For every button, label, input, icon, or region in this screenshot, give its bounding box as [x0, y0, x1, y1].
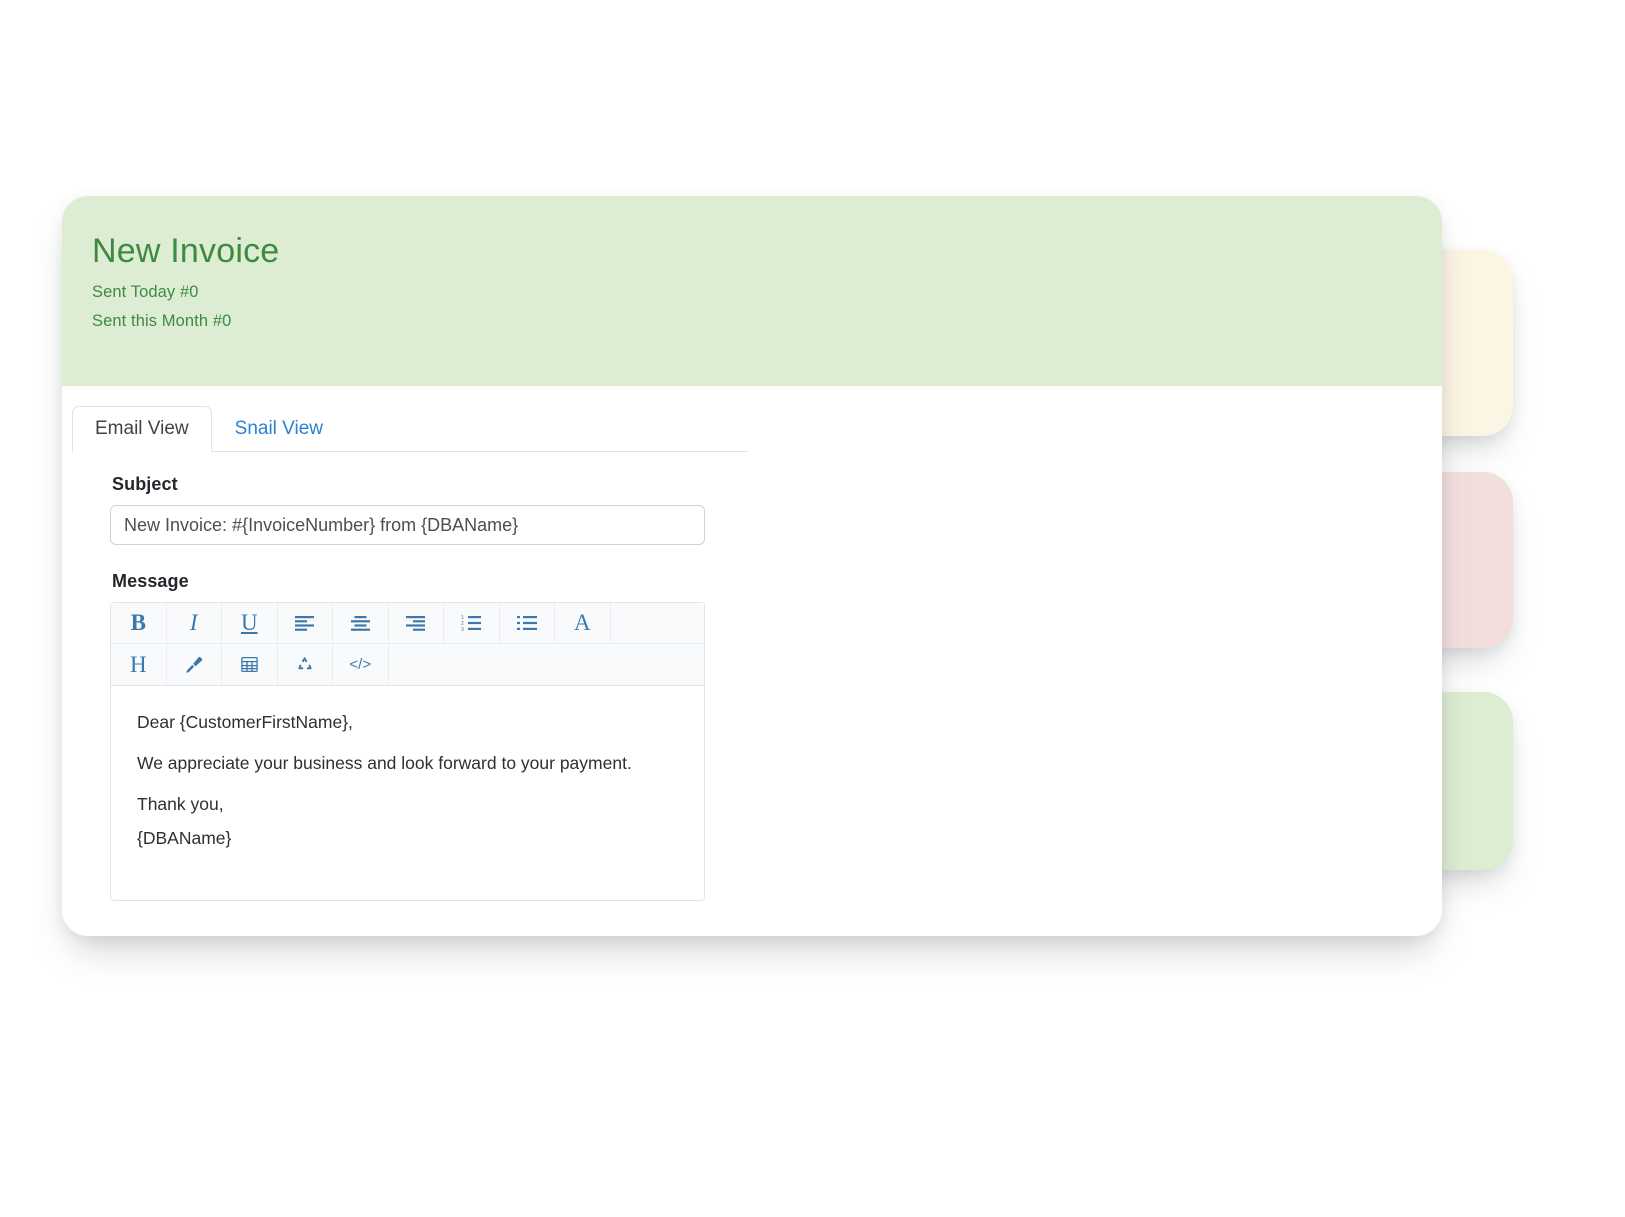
message-line: We appreciate your business and look for…	[137, 753, 632, 774]
tab-email-view[interactable]: Email View	[72, 406, 212, 452]
unordered-list-icon[interactable]	[500, 603, 555, 643]
code-view-icon[interactable]: </>	[333, 644, 389, 685]
bold-icon[interactable]: B	[111, 603, 167, 643]
font-color-icon[interactable]: A	[555, 603, 611, 643]
align-right-icon[interactable]	[389, 603, 444, 643]
editor-toolbar-row-2: H </>	[111, 644, 704, 685]
message-label: Message	[112, 571, 189, 591]
editor-toolbar-row-1: B I U 1 2 3 A	[111, 603, 704, 644]
new-invoice-panel: New Invoice Sent Today #0 Sent this Mont…	[62, 196, 1442, 936]
sent-this-month-count: Sent this Month #0	[92, 312, 232, 331]
tab-snail-view[interactable]: Snail View	[212, 406, 346, 452]
heading-icon[interactable]: H	[111, 644, 167, 685]
new-invoice-header-card: New Invoice Sent Today #0 Sent this Mont…	[62, 196, 1442, 386]
message-body[interactable]: Dear {CustomerFirstName}, We appreciate …	[111, 686, 704, 900]
message-line: Thank you,	[137, 794, 224, 815]
email-template-form: Subject Message B I U	[110, 474, 710, 901]
message-line: {DBAName}	[137, 828, 232, 849]
message-editor: B I U 1 2 3 A H </> Dear {CustomerFirstN…	[110, 602, 705, 901]
subject-input[interactable]	[110, 505, 705, 545]
svg-text:3: 3	[461, 627, 464, 631]
editor-toolbar: B I U 1 2 3 A H </>	[111, 603, 704, 686]
ordered-list-icon[interactable]: 1 2 3	[444, 603, 500, 643]
screen: Payment Due Sent Today #0 Sent this Mont…	[0, 0, 1625, 1217]
paintbrush-icon[interactable]	[167, 644, 222, 685]
message-line: Dear {CustomerFirstName},	[137, 712, 353, 732]
view-tabs: Email View Snail View	[72, 404, 748, 452]
sent-today-count: Sent Today #0	[92, 282, 199, 301]
align-left-icon[interactable]	[278, 603, 333, 643]
underline-icon[interactable]: U	[222, 603, 278, 643]
align-center-icon[interactable]	[333, 603, 389, 643]
italic-icon[interactable]: I	[167, 603, 222, 643]
recycle-icon[interactable]	[278, 644, 333, 685]
table-icon[interactable]	[222, 644, 278, 685]
panel-title: New Invoice	[92, 232, 1442, 270]
panel-title-text: New Invoice	[92, 232, 280, 270]
subject-label: Subject	[112, 474, 178, 494]
